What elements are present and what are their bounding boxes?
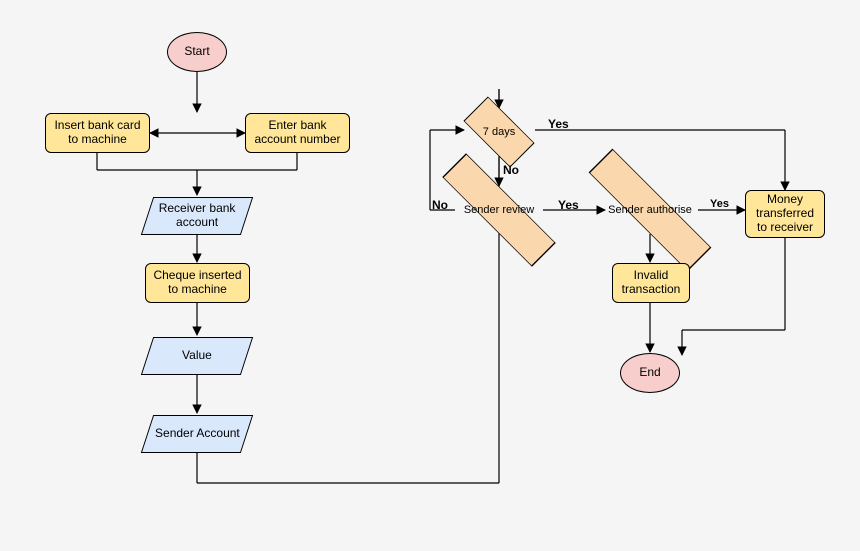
start-terminator: Start — [167, 32, 227, 72]
seven-days-decision: 7 days — [466, 108, 532, 156]
insert-card-process: Insert bank card to machine — [45, 113, 150, 153]
value-io: Value — [141, 337, 253, 375]
transferred-label: Money transferred to receiver — [750, 193, 820, 234]
edge-review-no: No — [432, 198, 448, 212]
cheque-process: Cheque inserted to machine — [145, 263, 250, 303]
transferred-process: Money transferred to receiver — [745, 190, 825, 238]
sender-authorise-label: Sender authorise — [608, 204, 692, 217]
start-label: Start — [184, 45, 209, 59]
insert-card-label: Insert bank card to machine — [50, 119, 145, 147]
sender-review-label: Sender review — [464, 204, 534, 217]
invalid-label: Invalid transaction — [617, 269, 685, 297]
edge-seven-days-yes: Yes — [548, 117, 569, 131]
sender-authorise-decision: Sender authorise — [600, 186, 700, 234]
sender-review-decision: Sender review — [452, 186, 546, 234]
value-label: Value — [182, 349, 212, 363]
invalid-process: Invalid transaction — [612, 263, 690, 303]
edges-layer — [0, 0, 860, 551]
cheque-label: Cheque inserted to machine — [150, 269, 245, 297]
end-label: End — [639, 366, 660, 380]
seven-days-label: 7 days — [483, 126, 515, 139]
receiver-account-io: Receiver bank account — [141, 197, 253, 235]
receiver-account-label: Receiver bank account — [152, 202, 242, 230]
end-terminator: End — [620, 353, 680, 393]
enter-account-process: Enter bank account number — [245, 113, 350, 153]
flowchart-canvas: Start Insert bank card to machine Enter … — [0, 0, 860, 551]
edge-authorise-yes: Yes — [710, 198, 729, 210]
edge-seven-days-no: No — [503, 163, 519, 177]
sender-account-io: Sender Account — [141, 415, 253, 453]
enter-account-label: Enter bank account number — [250, 119, 345, 147]
edge-review-yes: Yes — [558, 198, 579, 212]
sender-account-label: Sender Account — [155, 427, 240, 441]
